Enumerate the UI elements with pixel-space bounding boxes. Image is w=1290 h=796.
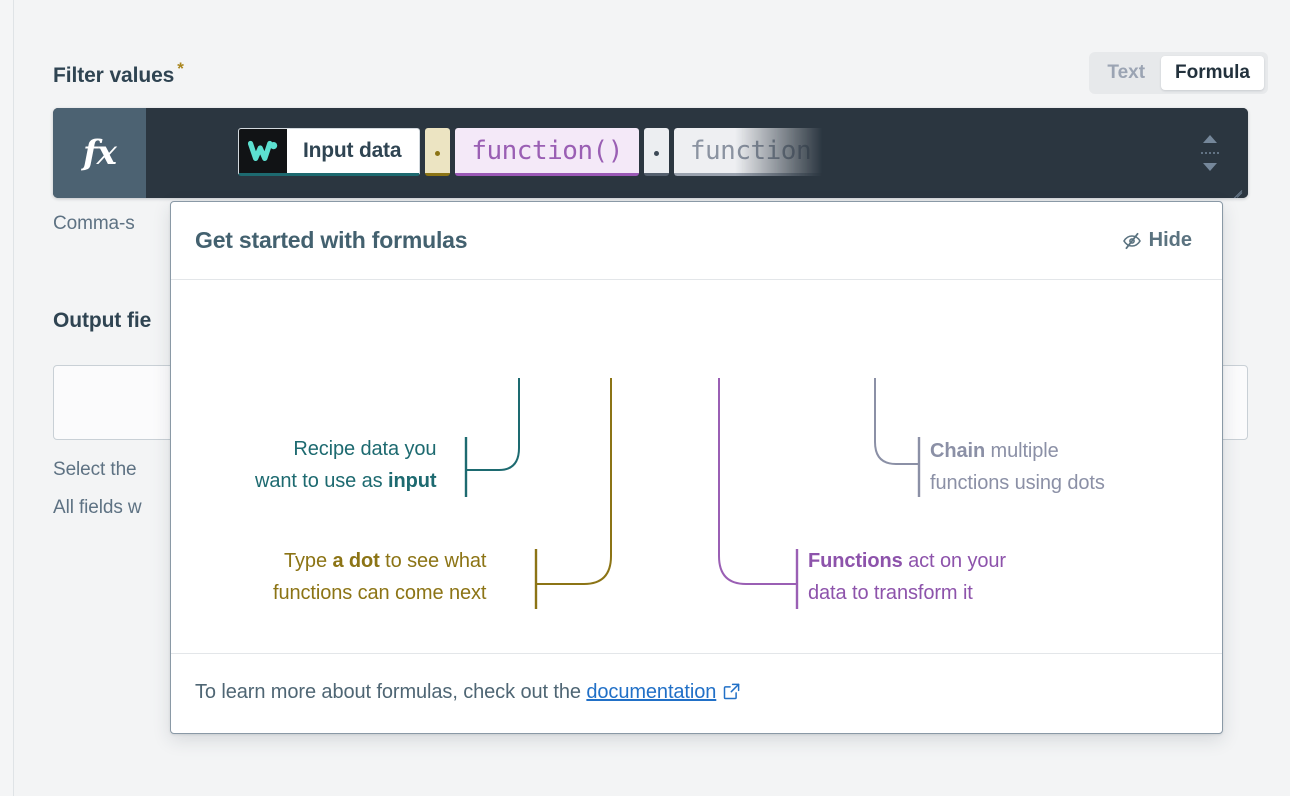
- tab-formula[interactable]: Formula: [1161, 56, 1264, 90]
- expand-collapse-icon[interactable]: [1199, 135, 1221, 171]
- panel-footer: To learn more about formulas, check out …: [171, 653, 1222, 733]
- footer-text: To learn more about formulas, check out …: [195, 681, 740, 706]
- callout-input-line-2: want to use as input: [255, 465, 436, 497]
- input-mode-toggle-group[interactable]: Text Formula: [1089, 52, 1268, 94]
- callout-chain: Chain multiple functions using dots: [930, 435, 1105, 499]
- callout-functions: Functions act on your data to transform …: [808, 545, 1006, 609]
- callout-functions-line-2: data to transform it: [808, 577, 1006, 609]
- filter-values-label: Filter values*: [53, 59, 184, 88]
- callout-chain-line-1: Chain multiple: [930, 435, 1105, 467]
- panel-header: Get started with formulas Hide: [171, 202, 1222, 280]
- callout-dot-line-1-bold: a dot: [332, 550, 379, 572]
- chip-function-faded: function: [674, 128, 827, 176]
- callout-dot-line-1: Type a dot to see what: [273, 545, 486, 577]
- workato-logo-icon: [239, 129, 287, 173]
- callout-functions-line-1-bold: Functions: [808, 550, 903, 572]
- filter-values-label-text: Filter values: [53, 64, 174, 87]
- callout-dot-line-1-pre: Type: [284, 550, 332, 572]
- footer-prefix: To learn more about formulas, check out …: [195, 681, 586, 703]
- drag-dots-icon: [1201, 152, 1219, 154]
- callout-input-data: Recipe data you want to use as input: [255, 433, 436, 497]
- chip-dot-gold[interactable]: [425, 128, 450, 176]
- app-page: Filter values* Text Formula fx Comma-s O…: [0, 0, 1290, 796]
- callout-chain-line-1-post: multiple: [985, 440, 1059, 462]
- left-rail-divider: [13, 0, 14, 796]
- chip-input-data-label: Input data: [287, 129, 419, 173]
- required-asterisk: *: [177, 59, 184, 78]
- callout-input-line-1: Recipe data you: [255, 433, 436, 465]
- chevron-up-icon: [1203, 135, 1217, 143]
- tab-text[interactable]: Text: [1093, 56, 1159, 90]
- panel-title: Get started with formulas: [195, 227, 467, 254]
- fx-gutter: fx: [53, 108, 146, 198]
- callout-functions-line-1: Functions act on your: [808, 545, 1006, 577]
- documentation-link[interactable]: documentation: [586, 681, 716, 703]
- callout-functions-line-1-post: act on your: [903, 550, 1006, 572]
- dot-icon-gray: [654, 151, 659, 156]
- resize-handle[interactable]: [1228, 179, 1244, 195]
- chevron-down-icon: [1203, 163, 1217, 171]
- output-help-line-2: All fields w: [53, 497, 142, 519]
- chip-function[interactable]: function(): [455, 128, 639, 176]
- callout-dot-line-2: functions can come next: [273, 577, 486, 609]
- callout-input-line-2-bold: input: [388, 470, 436, 492]
- output-help-line-1: Select the: [53, 459, 137, 481]
- hide-button-label: Hide: [1149, 229, 1192, 252]
- output-fields-label: Output fie: [53, 309, 151, 333]
- hide-button[interactable]: Hide: [1122, 229, 1192, 252]
- callout-chain-line-1-bold: Chain: [930, 440, 985, 462]
- formula-diagram-chips: Input data function() function: [238, 128, 827, 176]
- eye-slash-icon: [1122, 232, 1142, 250]
- comma-help-text: Comma-s: [53, 213, 135, 235]
- callout-chain-line-2: functions using dots: [930, 467, 1105, 499]
- chip-input-data[interactable]: Input data: [238, 128, 420, 176]
- chip-dot-gray[interactable]: [644, 128, 669, 176]
- external-link-icon: [723, 683, 740, 706]
- callout-dot-line-1-post: to see what: [380, 550, 487, 572]
- callout-dot: Type a dot to see what functions can com…: [273, 545, 486, 609]
- fx-icon: fx: [83, 133, 116, 173]
- dot-icon-gold: [435, 151, 440, 156]
- callout-input-line-2-plain: want to use as: [255, 470, 388, 492]
